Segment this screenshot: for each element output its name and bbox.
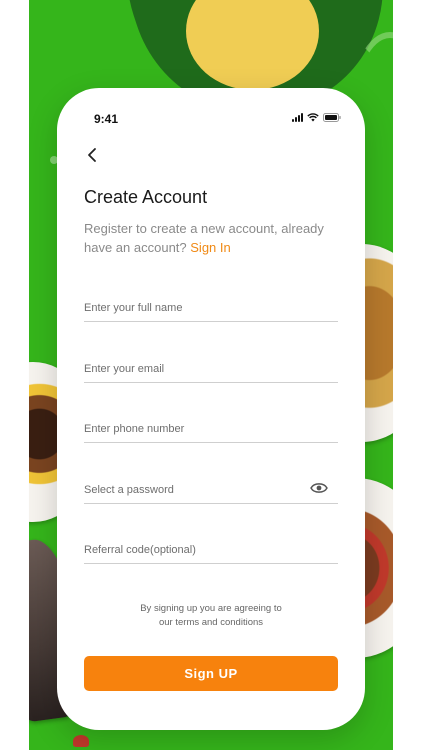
page-subtitle: Register to create a new account, alread… xyxy=(84,219,334,257)
sign-up-button[interactable]: Sign UP xyxy=(84,656,338,691)
page-title: Create Account xyxy=(84,187,208,207)
terms-line-1: By signing up you are agreeing to xyxy=(140,603,282,614)
full-name-input[interactable] xyxy=(84,298,304,318)
eye-icon[interactable] xyxy=(310,481,328,495)
email-field xyxy=(84,354,338,383)
email-input[interactable] xyxy=(84,359,304,379)
phone-input[interactable] xyxy=(84,419,304,439)
back-button[interactable] xyxy=(81,144,103,166)
phone-field xyxy=(84,414,338,443)
terms-notice: By signing up you are agreeing to our te… xyxy=(97,602,325,630)
password-field xyxy=(84,475,338,504)
phone-screen: 9:41 Create Account Register to create a… xyxy=(57,88,365,730)
terms-line-2[interactable]: our terms and conditions xyxy=(97,616,325,630)
referral-input[interactable] xyxy=(84,540,304,560)
sign-in-link[interactable]: Sign In xyxy=(190,240,230,255)
full-name-field xyxy=(84,293,338,322)
wifi-icon xyxy=(307,113,319,122)
referral-field xyxy=(84,535,338,564)
battery-icon xyxy=(323,113,341,122)
status-time: 9:41 xyxy=(94,112,119,126)
chevron-left-icon xyxy=(88,148,96,162)
password-input[interactable] xyxy=(84,480,304,500)
brand-logo xyxy=(73,735,89,747)
status-icons xyxy=(292,113,341,122)
signal-icon xyxy=(292,113,303,122)
